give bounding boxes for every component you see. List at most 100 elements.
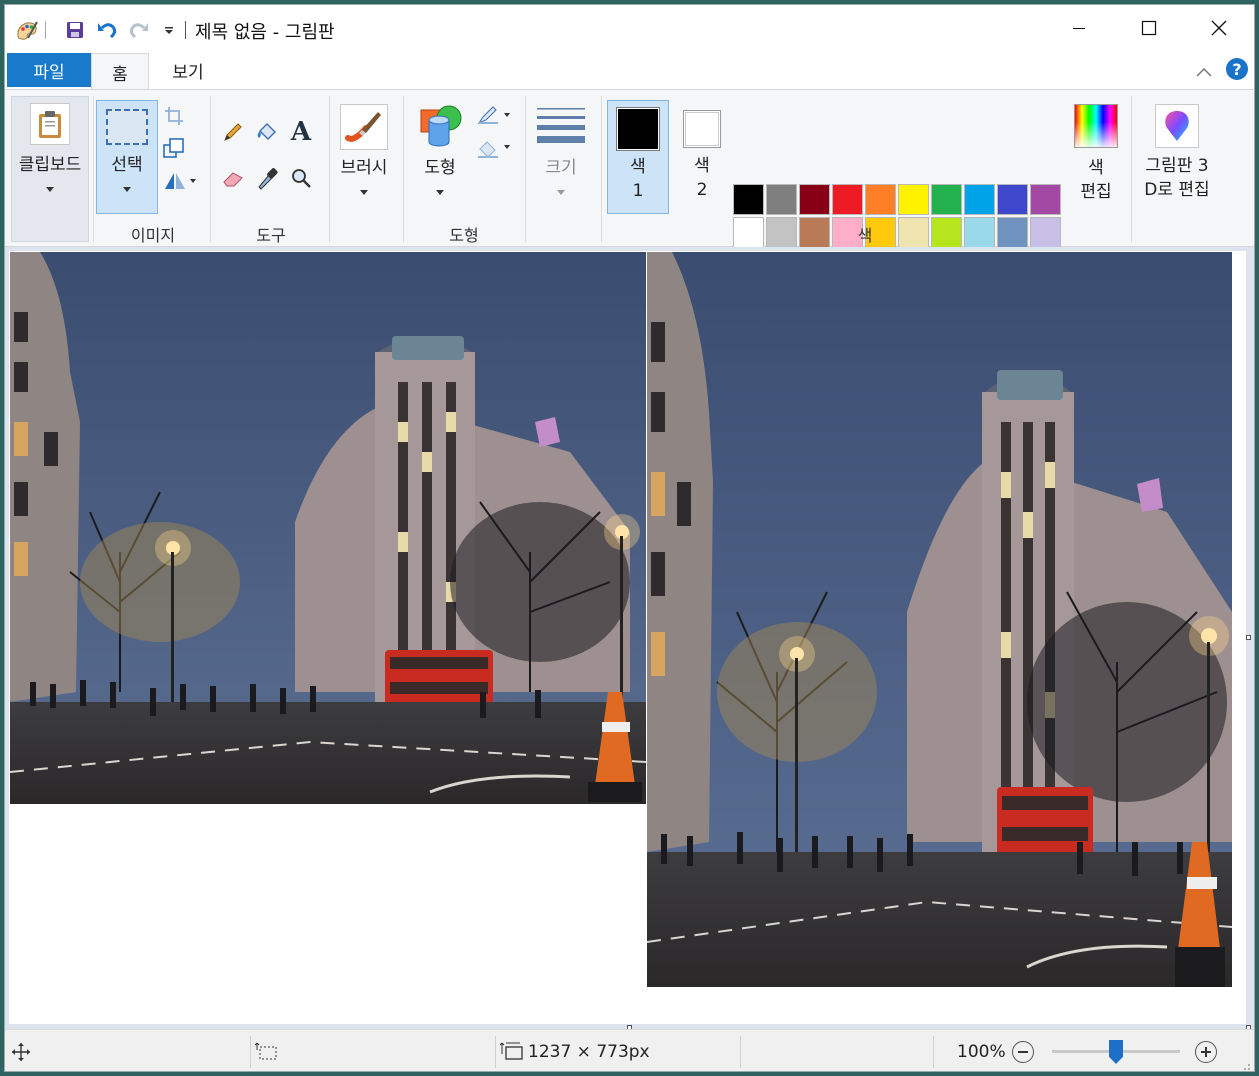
- brushes-label: 브러시: [340, 158, 388, 178]
- select-button[interactable]: 선택: [96, 100, 158, 214]
- palette-swatch[interactable]: [898, 184, 929, 215]
- shape-fill-icon[interactable]: [475, 136, 513, 160]
- canvas-workspace[interactable]: [5, 247, 1254, 1030]
- image-group-label: 이미지: [130, 226, 176, 245]
- tab-home[interactable]: 홈: [91, 53, 149, 90]
- zoom-slider-thumb[interactable]: [1109, 1040, 1123, 1064]
- size-grip-icon[interactable]: [1239, 1056, 1251, 1071]
- clipboard-button[interactable]: 클립보드: [11, 96, 89, 242]
- color-1-button[interactable]: 색 1: [607, 100, 669, 214]
- palette-swatch[interactable]: [766, 184, 797, 215]
- street-photo-right: [647, 252, 1232, 987]
- color-1-swatch: [618, 109, 658, 149]
- close-icon: [1211, 20, 1227, 36]
- color-picker-icon[interactable]: [255, 166, 279, 190]
- color-2-swatch: [685, 112, 719, 146]
- color-1-label-bottom: 1: [632, 181, 644, 201]
- shapes-button[interactable]: 도형: [409, 100, 471, 214]
- magnifier-icon[interactable]: [289, 166, 313, 190]
- paint3d-icon: [1155, 104, 1199, 148]
- canvas-size-text: 1237 × 773px: [528, 1042, 650, 1062]
- select-label: 선택: [111, 155, 143, 175]
- size-button[interactable]: 크기: [531, 100, 591, 214]
- edit-colors-label-top: 색: [1088, 158, 1104, 178]
- pencil-icon[interactable]: [221, 120, 245, 144]
- size-label: 크기: [545, 158, 577, 178]
- paint3d-label-top: 그림판 3: [1145, 156, 1209, 176]
- chevron-down-icon: [557, 190, 565, 195]
- shapes-group-label: 도형: [449, 226, 479, 245]
- eraser-icon[interactable]: [221, 166, 245, 190]
- shapes-icon: [415, 104, 465, 150]
- text-tool-icon[interactable]: A: [289, 117, 313, 147]
- palette-swatch[interactable]: [1030, 184, 1061, 215]
- minus-icon: [1018, 1051, 1028, 1053]
- plus-icon: [1201, 1047, 1211, 1057]
- edit-with-paint3d-button[interactable]: 그림판 3 D로 편집: [1135, 100, 1219, 214]
- fill-bucket-icon[interactable]: [255, 120, 279, 144]
- minimize-button[interactable]: [1044, 5, 1114, 51]
- color-2-label-top: 색: [694, 156, 710, 176]
- line-size-icon: [537, 106, 585, 146]
- shapes-label: 도형: [424, 158, 456, 178]
- edit-colors-label-bottom: 편집: [1080, 182, 1112, 202]
- palette-swatch[interactable]: [799, 184, 830, 215]
- help-icon[interactable]: ?: [1226, 58, 1248, 80]
- zoom-level-text: 100%: [957, 1042, 1006, 1062]
- color-1-label-top: 색: [630, 157, 646, 177]
- undo-icon[interactable]: [95, 18, 119, 42]
- street-photo-left: [10, 252, 646, 804]
- clipboard-icon: [30, 103, 70, 145]
- chevron-down-icon: [436, 190, 444, 195]
- crop-icon[interactable]: [162, 104, 186, 128]
- clipboard-label: 클립보드: [18, 155, 82, 175]
- title-bar: 제목 없음 - 그림판: [5, 5, 1254, 53]
- maximize-button[interactable]: [1114, 5, 1184, 51]
- palette-swatch[interactable]: [865, 184, 896, 215]
- paint-window: 제목 없음 - 그림판 파일 홈 보기 ? 클립보드 선택 이미지 A 도구 브…: [4, 4, 1255, 1072]
- palette-swatch[interactable]: [733, 184, 764, 215]
- palette-swatch[interactable]: [931, 184, 962, 215]
- chevron-down-icon: [360, 190, 368, 195]
- edit-colors-button[interactable]: 색 편집: [1065, 100, 1127, 214]
- color-2-button[interactable]: 색 2: [671, 100, 733, 214]
- status-bar: 1237 × 773px 100%: [5, 1029, 1254, 1071]
- close-button[interactable]: [1184, 5, 1254, 51]
- minimize-ribbon-icon[interactable]: [1195, 63, 1213, 82]
- zoom-slider[interactable]: [1052, 1040, 1180, 1064]
- canvas-size-icon: [499, 1042, 524, 1067]
- minimize-icon: [1073, 28, 1085, 29]
- chevron-down-icon: [123, 187, 131, 192]
- chevron-down-icon: [46, 187, 54, 192]
- selection-size-icon: [254, 1042, 279, 1067]
- canvas-resize-handle-right[interactable]: [1246, 635, 1251, 640]
- palette-swatch[interactable]: [964, 184, 995, 215]
- window-title: 제목 없음 - 그림판: [195, 22, 335, 43]
- rainbow-palette-icon: [1074, 104, 1118, 148]
- brushes-button[interactable]: 브러시: [333, 100, 395, 214]
- brush-icon: [340, 104, 388, 150]
- paint3d-label-bottom: D로 편집: [1144, 180, 1210, 200]
- paint-app-icon[interactable]: [15, 18, 39, 42]
- rotate-icon[interactable]: [162, 168, 198, 192]
- zoom-out-button[interactable]: [1012, 1041, 1034, 1063]
- color-2-label-bottom: 2: [696, 180, 708, 200]
- outline-icon[interactable]: [475, 104, 513, 128]
- redo-icon[interactable]: [127, 18, 151, 42]
- zoom-in-button[interactable]: [1195, 1041, 1217, 1063]
- maximize-icon: [1141, 20, 1157, 36]
- customize-quick-access-icon[interactable]: [157, 18, 181, 42]
- colors-group-label: 색: [857, 226, 873, 245]
- ribbon-tabs: 파일 홈 보기 ?: [5, 53, 1254, 90]
- ribbon-home: 클립보드 선택 이미지 A 도구 브러시 도형 도형 크기 색 1 색 2 색 …: [5, 89, 1254, 281]
- cursor-position-icon: [11, 1042, 31, 1067]
- palette-swatch[interactable]: [832, 184, 863, 215]
- tools-group-label: 도구: [256, 226, 286, 245]
- resize-icon[interactable]: [162, 136, 186, 160]
- save-icon[interactable]: [63, 18, 87, 42]
- select-icon: [106, 109, 148, 145]
- tab-view[interactable]: 보기: [153, 53, 223, 87]
- drawing-canvas[interactable]: [9, 251, 1246, 1024]
- tab-file[interactable]: 파일: [7, 53, 91, 87]
- palette-swatch[interactable]: [997, 184, 1028, 215]
